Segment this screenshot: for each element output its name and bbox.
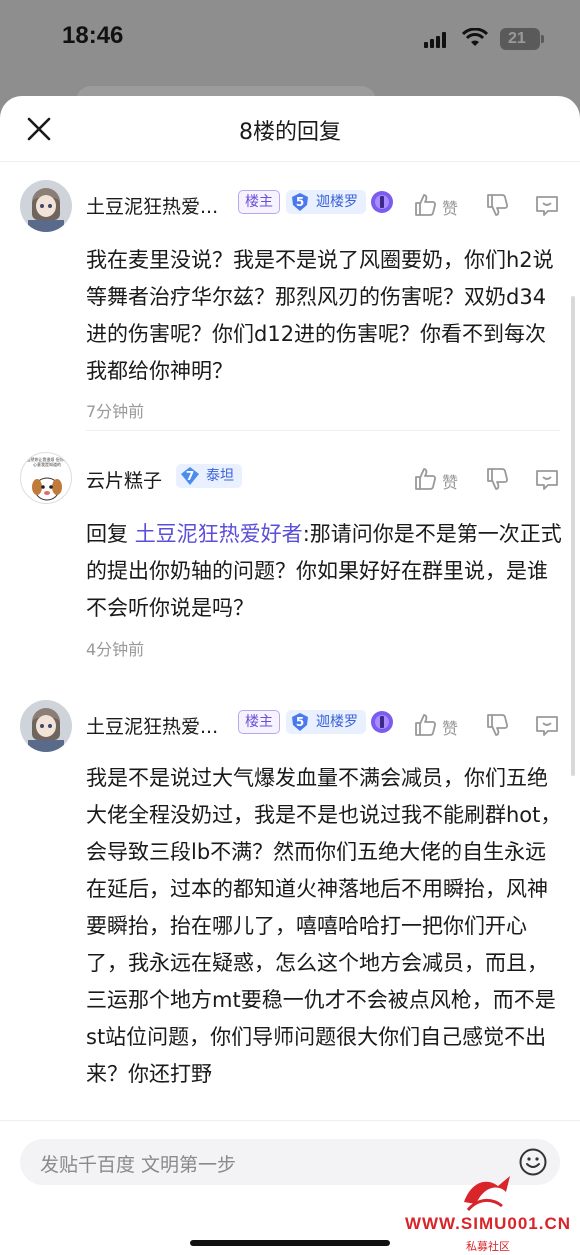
level-shield-icon: 5 [290,192,310,212]
status-bar: 18:46 21 [0,0,580,80]
sheet-header: 8楼的回复 [0,96,580,162]
wifi-icon [462,28,488,46]
username[interactable]: 云片糕子 [86,466,162,493]
reply-sheet: 8楼的回复 土豆泥狂热爱... 楼主 5 迦楼罗 赞 我在麦里没说？我是不是说了… [0,96,580,1255]
comment-actions: 赞 [412,466,572,496]
cellular-signal-icon [424,32,448,48]
watermark-url: WWW.SIMU001.CN [404,1214,572,1233]
level-title: 迦楼罗 [316,194,358,210]
mention-link[interactable]: 土豆泥狂热爱好者 [135,522,303,546]
username[interactable]: 土豆泥狂热爱... [86,712,218,739]
avatar[interactable] [20,180,72,232]
level-badge: 5 迦楼罗 [286,710,366,734]
comment-item: 土豆泥狂热爱... 楼主 5 迦楼罗 赞 我在麦里没说？我是不是说了风圈要奶，你… [0,162,580,462]
reply-button[interactable] [534,192,560,222]
level-shield-icon: 5 [290,712,310,732]
dislike-button[interactable] [484,466,510,496]
comment-time: 4分钟前 [86,640,145,659]
thumbs-up-icon [415,468,437,490]
chat-bubble-icon [536,716,558,736]
reply-button[interactable] [534,466,560,496]
like-button[interactable]: 赞 [412,192,458,222]
level-number: 5 [295,195,305,209]
medal-icon [371,711,393,733]
thumbs-down-icon [487,194,509,216]
comment-actions: 赞 [412,192,572,222]
watermark-sub: 私募社区 [466,1240,510,1253]
comment-item: 虽然你让我很烦 但你的心意我是知道的 云片糕子 7 泰坦 赞 回复 土豆泥狂热爱… [0,432,580,682]
comment-text: 回复 土豆泥狂热爱好者:那请问你是不是第一次正式的提出你奶轴的问题？你如果好好在… [86,516,562,627]
divider [86,430,560,431]
role-badge: 楼主 [238,710,280,734]
comment-text: 我是不是说过大气爆发血量不满会减员，你们五绝大佬全程没奶过，我是不是也说过我不能… [86,766,562,1086]
avatar-caption: 虽然你让我很烦 但你的心意我是知道的 [26,457,68,467]
thumbs-down-icon [487,468,509,490]
comment-text: 我在麦里没说？我是不是说了风圈要奶，你们h2说等舞者治疗华尔兹？那烈风刃的伤害呢… [86,248,554,383]
status-time: 18:46 [62,22,124,49]
thumbs-up-icon [415,194,437,216]
like-label: 赞 [442,473,459,492]
home-indicator [190,1240,390,1246]
avatar[interactable] [20,700,72,752]
watermark-logo-icon [464,1176,510,1212]
sheet-title: 8楼的回复 [239,120,341,145]
like-button[interactable]: 赞 [412,712,458,742]
thumbs-up-icon [415,714,437,736]
chat-bubble-icon [536,470,558,490]
input-placeholder: 发贴千百度 文明第一步 [40,1154,237,1176]
like-button[interactable]: 赞 [412,466,458,496]
chat-bubble-icon [536,196,558,216]
level-badge: 5 迦楼罗 [286,190,366,214]
battery-tip [541,35,544,43]
role-badge: 楼主 [238,190,280,214]
reply-prefix: 回复 [86,522,135,546]
level-title: 泰坦 [206,468,234,484]
comment-item: 土豆泥狂热爱... 楼主 5 迦楼罗 赞 我是不是说过大气爆发血量不满会减员，你… [0,682,580,1122]
level-badge: 7 泰坦 [176,464,242,488]
like-label: 赞 [442,719,459,738]
dog-icon [32,477,62,501]
comment-actions: 赞 [412,712,572,742]
thumbs-down-icon [487,714,509,736]
level-title: 迦楼罗 [316,714,358,730]
reply-button[interactable] [534,712,560,742]
watermark: WWW.SIMU001.CN 私募社区 [400,1170,576,1253]
level-diamond-icon: 7 [180,466,200,486]
dislike-button[interactable] [484,192,510,222]
like-label: 赞 [442,199,459,218]
username[interactable]: 土豆泥狂热爱... [86,192,218,219]
battery-icon: 21 [500,28,540,50]
level-number: 7 [185,469,195,483]
medal-icon [371,191,393,213]
level-number: 5 [295,715,305,729]
scrollbar[interactable] [571,296,575,776]
comment-time: 7分钟前 [86,402,145,421]
dislike-button[interactable] [484,712,510,742]
avatar[interactable]: 虽然你让我很烦 但你的心意我是知道的 [20,452,72,504]
